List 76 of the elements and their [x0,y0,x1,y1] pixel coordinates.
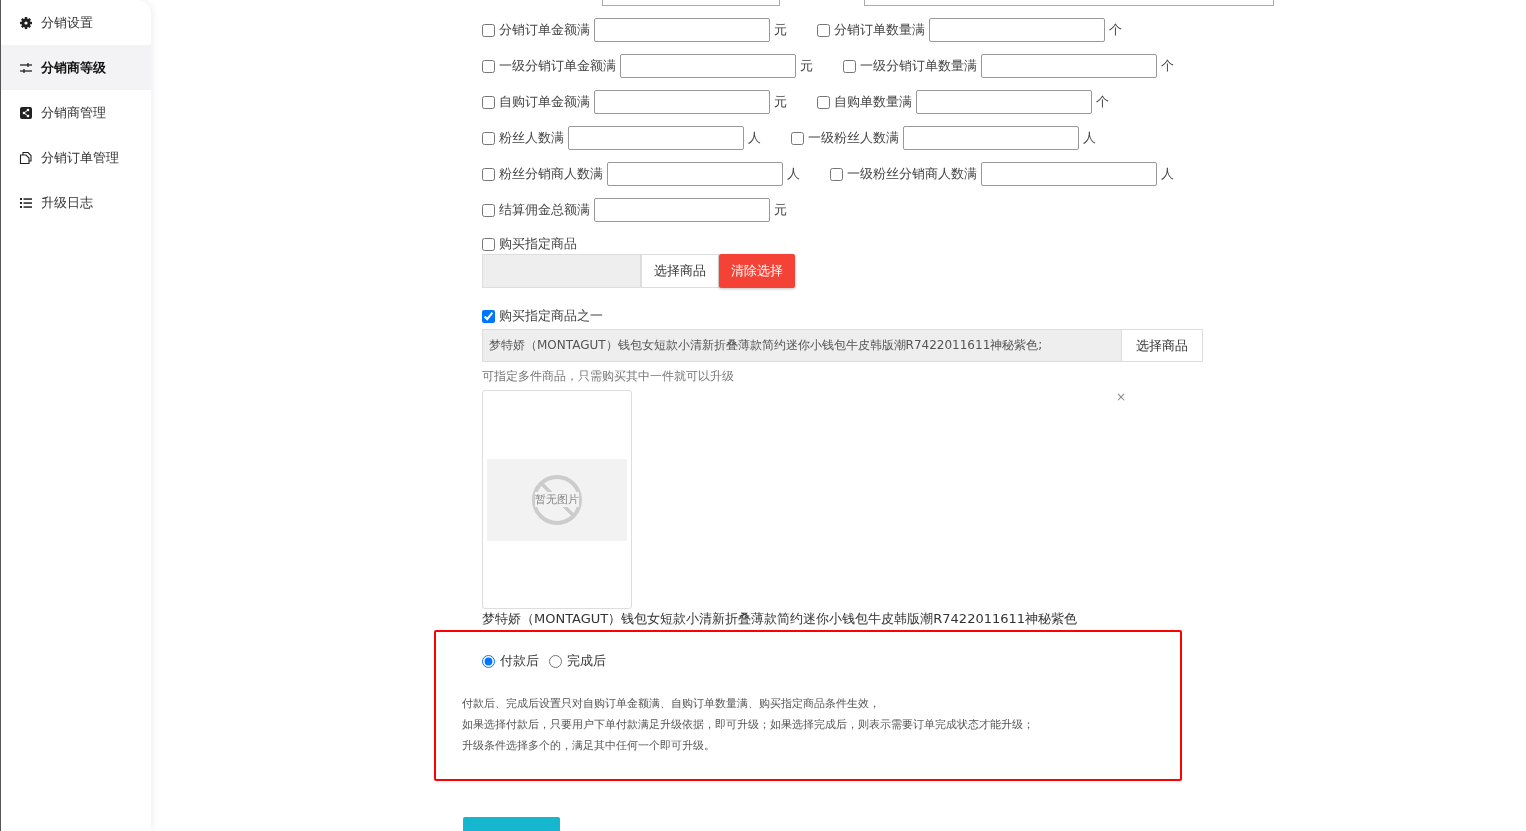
condition-label: 自购单数量满 [834,93,912,111]
unit-label: 人 [1083,129,1096,147]
sidebar-item[interactable]: 升级日志 [1,180,151,225]
unit-label: 元 [800,57,813,75]
unit-label: 人 [787,165,800,183]
checkbox[interactable] [482,95,495,109]
condition-label: 自购订单金额满 [499,93,590,111]
checkbox[interactable] [817,95,830,109]
condition-label: 购买指定商品之一 [499,307,603,325]
checkbox[interactable] [482,59,495,73]
select-goods-button[interactable]: 选择商品 [641,254,719,288]
list-icon [19,195,33,210]
note-text: 付款后、完成后设置只对自购订单金额满、自购订单数量满、购买指定商品条件生效， [462,696,881,712]
radio-label: 完成后 [567,652,606,670]
goods-field[interactable]: 梦特娇（MONTAGUT）钱包女短款小清新折叠薄款简约迷你小钱包牛皮韩版潮R7422011611神秘紫色; [482,329,1122,362]
share-icon [19,105,33,120]
unit-label: 元 [774,21,787,39]
remove-button[interactable]: × [1116,390,1127,404]
unit-label: 元 [774,201,787,219]
unit-label: 个 [1161,57,1174,75]
checkbox[interactable] [830,167,843,181]
input-field[interactable] [594,90,770,114]
input-field[interactable] [903,126,1079,150]
checkbox[interactable] [482,203,495,217]
input-field[interactable] [594,198,770,222]
checkbox[interactable] [482,131,495,145]
no-image-icon: 暂无图片 [532,474,582,525]
input-field[interactable] [929,18,1105,42]
input-field[interactable] [916,90,1092,114]
input-field[interactable] [602,0,780,6]
checkbox[interactable] [482,167,495,181]
input-field[interactable] [864,0,1274,6]
copy-icon [19,150,33,165]
note-text: 升级条件选择多个的，满足其中任何一个即可升级。 [462,738,716,754]
goods-field[interactable] [482,254,641,288]
checkbox[interactable] [817,23,830,37]
input-field[interactable] [607,162,783,186]
input-field[interactable] [981,162,1157,186]
condition-label: 粉丝人数满 [499,129,564,147]
select-goods-button[interactable]: 选择商品 [1122,329,1203,362]
sidebar-item[interactable]: 分销商等级 [1,45,151,90]
unit-label: 人 [748,129,761,147]
clear-selection-button[interactable]: 清除选择 [719,254,795,288]
input-field[interactable] [620,54,796,78]
condition-label: 一级分销订单金额满 [499,57,616,75]
condition-label: 分销订单数量满 [834,21,925,39]
sliders-icon [19,60,33,75]
unit-label: 人 [1161,165,1174,183]
note-text: 如果选择付款后，只要用户下单付款满足升级依据，即可升级；如果选择完成后，则表示需要订单完成状态才能升级； [462,717,1035,733]
unit-label: 个 [1109,21,1122,39]
condition-label: 结算佣金总额满 [499,201,590,219]
condition-label: 粉丝分销商人数满 [499,165,603,183]
input-field[interactable] [594,18,770,42]
checkbox[interactable] [791,131,804,145]
sidebar-item[interactable]: 分销设置 [1,0,151,45]
product-name: 梦特娇（MONTAGUT）钱包女短款小清新折叠薄款简约迷你小钱包牛皮韩版潮R7422011611神秘紫色 [482,610,1079,628]
radio-button[interactable] [549,654,562,668]
unit-label: 元 [774,93,787,111]
condition-label: 一级分销订单数量满 [860,57,977,75]
checkbox[interactable] [482,237,495,251]
condition-label: 分销订单金额满 [499,21,590,39]
condition-label: 一级粉丝分销商人数满 [847,165,977,183]
sidebar-item[interactable]: 分销订单管理 [1,135,151,180]
gear-icon [19,15,33,30]
sidebar-item[interactable]: 分销商管理 [1,90,151,135]
radio-label: 付款后 [500,652,539,670]
condition-label: 一级粉丝人数满 [808,129,899,147]
condition-label: 购买指定商品 [499,235,577,253]
checkbox[interactable] [482,23,495,37]
checkbox[interactable] [843,59,856,73]
checkbox[interactable] [482,309,495,323]
hint-text: 可指定多件商品，只需购买其中一件就可以升级 [482,368,735,385]
input-field[interactable] [568,126,744,150]
input-field[interactable] [981,54,1157,78]
radio-button[interactable] [482,654,495,668]
unit-label: 个 [1096,93,1109,111]
